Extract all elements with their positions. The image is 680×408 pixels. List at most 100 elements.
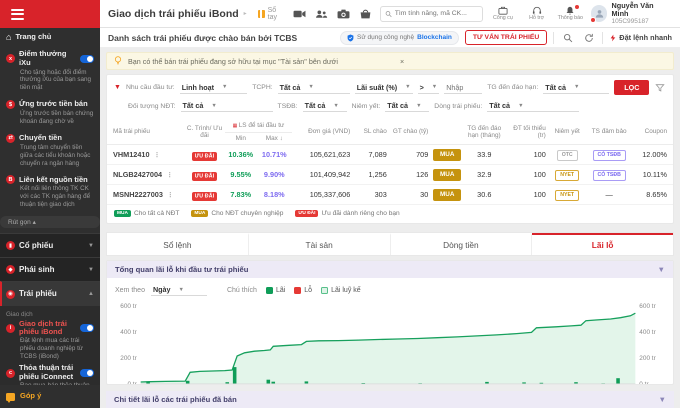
ibond-label: Giao dịch trái phiếu iBond <box>19 320 76 337</box>
col-listed[interactable]: Niêm yết <box>548 120 587 145</box>
bond-code[interactable]: VHM12410⋮ <box>107 145 184 165</box>
invest-need-select[interactable]: Linh hoạt▼ <box>180 82 248 94</box>
rate-select[interactable]: Lãi suất (%)▼ <box>355 82 413 94</box>
table-row[interactable]: VHM12410⋮ ƯU ĐÃI 10.36% 10.71% 105,621,6… <box>107 145 673 165</box>
app-root: ⌂ Trang chủ x Điểm thưởng iXu Cho tặng h… <box>0 0 680 408</box>
bond-code[interactable]: MSNH2227003⋮ <box>107 185 184 205</box>
buy-button[interactable]: MUA <box>433 149 461 161</box>
maturity-select[interactable]: Tất cả▼ <box>543 82 609 94</box>
tools-button[interactable]: Công cụ <box>490 6 517 21</box>
sidebar-section-bonds[interactable]: ◉ Trái phiếu ▲ <box>0 281 100 305</box>
sidebar-item-ixu[interactable]: x Điểm thưởng iXu Cho tặng hoặc đổi điểm… <box>0 46 100 96</box>
collateral-select[interactable]: Tất cả▼ <box>303 100 347 112</box>
sidebar-item-feedback[interactable]: Góp ý <box>0 385 100 408</box>
market-icon[interactable] <box>358 7 373 20</box>
transfer-desc: Trung tâm chuyển tiền giữa các tiểu khoả… <box>6 144 94 168</box>
pnl-chart[interactable]: 0 tr0 tr200 tr200 tr400 tr400 tr600 tr60… <box>107 298 673 385</box>
tab-tai-san[interactable]: Tài sản <box>249 233 391 255</box>
col-min[interactable]: Min <box>225 132 257 145</box>
table-row[interactable]: MSNH2227003⋮ ƯU ĐÃI 7.83% 8.18% 105,337,… <box>107 185 673 205</box>
sidebar-item-link-money[interactable]: B Liên kết nguồn tiền Kết nối liên thông… <box>0 171 100 213</box>
col-coupon[interactable]: Coupon <box>632 120 673 145</box>
investor-select[interactable]: Tất cả▼ <box>181 100 273 112</box>
sidebar-utility-group: ⌂ Trang chủ x Điểm thưởng iXu Cho tặng h… <box>0 28 100 233</box>
promo-badge: ƯU ĐÃI <box>192 172 218 181</box>
col-price[interactable]: Đơn giá (VND) <box>292 120 352 145</box>
kebab-icon[interactable]: ⋮ <box>167 192 174 199</box>
support-button[interactable]: Hỗ trợ <box>523 6 550 21</box>
ixu-icon: x <box>6 54 15 63</box>
flash-icon <box>609 33 617 43</box>
col-ls-group[interactable]: ▦ LS để tái đầu tư <box>225 120 292 132</box>
col-qty[interactable]: SL chào <box>352 120 389 145</box>
bond-line-select[interactable]: Tất cả▼ <box>487 100 579 112</box>
col-program[interactable]: C. Trình/ Ưu đãi <box>184 120 225 145</box>
kebab-icon[interactable]: ⋮ <box>166 172 173 179</box>
chart-controls: Xem theo Ngày▼ Chú thích Lãi Lỗ Lãi luỹ … <box>107 278 673 298</box>
community-icon[interactable] <box>314 7 329 20</box>
offer-qty: 303 <box>352 185 389 205</box>
unit-price: 105,337,606 <box>292 185 352 205</box>
camera-icon[interactable] <box>336 7 351 20</box>
sidebar-section-stocks[interactable]: ▮ Cổ phiếu ▼ <box>0 233 100 257</box>
refresh-icon[interactable] <box>581 31 596 44</box>
tab-lai-lo[interactable]: Lãi lỗ <box>532 233 673 255</box>
filter-submit-button[interactable]: LỌC <box>614 80 649 95</box>
derivatives-icon: ◆ <box>6 265 15 274</box>
issuer-label: TCPH: <box>252 84 272 91</box>
view-by-label: Xem theo <box>115 287 145 294</box>
tab-dong-tien[interactable]: Dòng tiền <box>391 233 533 255</box>
pnl-overview-header[interactable]: Tổng quan lãi lỗ khi đầu tư trái phiếu ▼ <box>107 261 673 278</box>
view-by-select[interactable]: Ngày▼ <box>151 284 207 296</box>
buy-button[interactable]: MUA <box>433 189 461 201</box>
sidebar-item-advance[interactable]: $ Ứng trước tiền bán Ứng trước tiền bán … <box>0 96 100 130</box>
link-money-desc: Kết nối liên thông TK CK với các TK ngân… <box>6 185 94 209</box>
collapse-filters-icon[interactable]: ▼ <box>114 84 121 91</box>
handbook-button[interactable]: Sổ tay <box>258 7 288 21</box>
min-investment: 100 <box>504 145 547 165</box>
col-code[interactable]: Mã trái phiếu <box>107 120 184 145</box>
menu-icon[interactable] <box>11 6 24 22</box>
search-icon <box>385 10 392 18</box>
col-value[interactable]: GT chào (tỷ) <box>389 120 431 145</box>
bond-code[interactable]: NLGB2427004⋮ <box>107 165 184 185</box>
notifications-button[interactable]: Thông báo <box>557 6 584 21</box>
tab-so-lenh[interactable]: Sổ lệnh <box>107 233 249 255</box>
bond-advisory-button[interactable]: TƯ VẤN TRÁI PHIẾU <box>465 30 547 45</box>
chevron-down-icon: ▼ <box>658 395 666 404</box>
issuer-select[interactable]: Tất cả▼ <box>278 82 350 94</box>
rate-input[interactable] <box>444 82 482 94</box>
filter-row-1: ▼ Nhu cầu đầu tư: Linh hoạt▼ TCPH: Tất c… <box>114 80 666 95</box>
buy-button[interactable]: MUA <box>433 169 461 181</box>
search-icon[interactable] <box>560 31 575 44</box>
col-min-invest[interactable]: ĐT tối thiểu (tr) <box>504 120 547 145</box>
sidebar-item-iconnect[interactable]: c Thỏa thuận trái phiếu iConnect Rao mua… <box>6 364 94 385</box>
sidebar-item-home[interactable]: ⌂ Trang chủ <box>0 28 100 46</box>
collapse-button[interactable]: Rút gọn ▴ <box>0 216 100 228</box>
notifications-label: Thông báo <box>558 15 583 21</box>
search-input[interactable] <box>395 10 478 17</box>
global-search[interactable] <box>380 6 483 22</box>
bonds-submenu: Giao dịch i Giao dịch trái phiếu iBond Đ… <box>0 306 100 386</box>
table-row[interactable]: NLGB2427004⋮ ƯU ĐÃI 9.55% 9.90% 101,409,… <box>107 165 673 185</box>
ixu-toggle[interactable] <box>80 55 94 63</box>
video-icon[interactable] <box>292 7 307 20</box>
collateral-filter-label: TSĐB: <box>278 103 298 110</box>
sidebar-item-ibond[interactable]: i Giao dịch trái phiếu iBond Đặt lệnh mu… <box>6 320 94 361</box>
listed-select[interactable]: Tất cả▼ <box>385 100 429 112</box>
ibond-toggle[interactable] <box>80 324 94 332</box>
iconnect-toggle[interactable] <box>80 369 94 377</box>
kebab-icon[interactable]: ⋮ <box>154 152 161 159</box>
col-max[interactable]: Max ↓ <box>257 132 292 145</box>
feedback-label: Góp ý <box>20 392 41 401</box>
sidebar-item-transfer[interactable]: ⇄ Chuyển tiền Trung tâm chuyển tiền giữa… <box>0 130 100 172</box>
quick-order-button[interactable]: Đặt lệnh nhanh <box>609 33 672 43</box>
rate-operator-select[interactable]: >▼ <box>418 82 440 94</box>
col-collateral[interactable]: TS đảm bảo <box>587 120 632 145</box>
col-maturity[interactable]: TG đến đáo hạn (tháng) <box>464 120 504 145</box>
clear-filter-icon[interactable] <box>654 81 666 94</box>
pnl-detail-header[interactable]: Chi tiết lãi lỗ các trái phiếu đã bán ▼ <box>106 391 674 408</box>
user-menu[interactable]: Nguyễn Văn Minh 105C995187 <box>591 2 672 25</box>
sidebar-section-derivatives[interactable]: ◆ Phái sinh ▼ <box>0 257 100 281</box>
close-icon[interactable]: × <box>400 57 666 66</box>
